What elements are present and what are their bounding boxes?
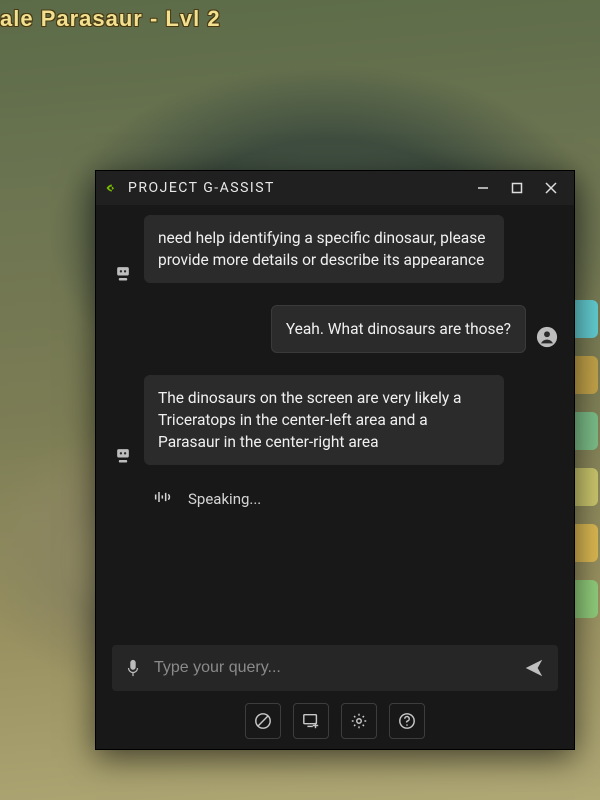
bottom-toolbar: [96, 699, 574, 749]
close-button[interactable]: [538, 175, 564, 201]
user-avatar-icon: [536, 321, 558, 353]
game-entity-label: ale Parasaur - Lvl 2: [0, 6, 221, 32]
assist-window: PROJECT G-ASSIST need help identifying a…: [95, 170, 575, 750]
query-input[interactable]: [154, 659, 510, 677]
assistant-message-row: need help identifying a specific dinosau…: [112, 215, 558, 283]
assistant-message: need help identifying a specific dinosau…: [144, 215, 504, 283]
sound-wave-icon: [154, 489, 174, 509]
speaking-status: Speaking...: [112, 487, 558, 511]
minimize-button[interactable]: [470, 175, 496, 201]
mic-button[interactable]: [122, 657, 144, 679]
assistant-message-row: The dinosaurs on the screen are very lik…: [112, 375, 558, 465]
assistant-message: The dinosaurs on the screen are very lik…: [144, 375, 504, 465]
user-message-row: Yeah. What dinosaurs are those?: [112, 305, 558, 353]
settings-button[interactable]: [341, 703, 377, 739]
maximize-button[interactable]: [504, 175, 530, 201]
status-text: Speaking...: [188, 490, 261, 508]
nvidia-logo-icon: [106, 181, 120, 195]
help-button[interactable]: [389, 703, 425, 739]
query-input-row: [112, 645, 558, 691]
assistant-avatar-icon: [112, 251, 134, 283]
window-title: PROJECT G-ASSIST: [128, 180, 275, 196]
chat-area: need help identifying a specific dinosau…: [96, 205, 574, 641]
assistant-avatar-icon: [112, 433, 134, 465]
add-monitor-button[interactable]: [293, 703, 329, 739]
titlebar[interactable]: PROJECT G-ASSIST: [96, 171, 574, 205]
clear-button[interactable]: [245, 703, 281, 739]
user-message: Yeah. What dinosaurs are those?: [271, 305, 526, 353]
send-button[interactable]: [520, 654, 548, 682]
